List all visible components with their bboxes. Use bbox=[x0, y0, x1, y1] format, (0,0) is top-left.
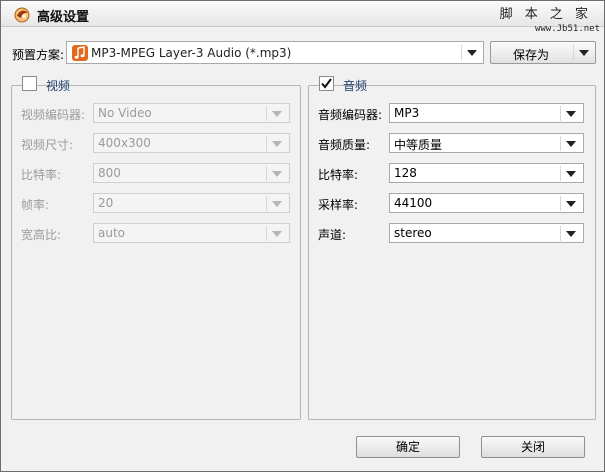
audio-codec-value: MP3 bbox=[394, 106, 420, 120]
chevron-down-icon bbox=[566, 141, 576, 147]
save-as-button[interactable]: 保存为 bbox=[490, 41, 596, 64]
audio-group-header: 音频 bbox=[319, 76, 367, 94]
video-enable-checkbox[interactable] bbox=[22, 76, 37, 91]
video-bitrate-label: 比特率: bbox=[21, 168, 62, 182]
audio-quality-value: 中等质量 bbox=[394, 138, 443, 152]
preset-label: 预置方案: bbox=[12, 48, 65, 62]
chevron-down-icon bbox=[566, 201, 576, 207]
video-framerate-value: 20 bbox=[98, 196, 114, 210]
app-logo-icon bbox=[14, 7, 30, 23]
audio-quality-select[interactable]: 中等质量 bbox=[389, 133, 584, 153]
preset-dropdown[interactable]: MP3-MPEG Layer-3 Audio (*.mp3) bbox=[66, 41, 484, 64]
video-group-title: 视频 bbox=[46, 79, 71, 93]
audio-channels-value: stereo bbox=[394, 226, 432, 240]
chevron-down-icon bbox=[272, 141, 282, 147]
audio-samplerate-select[interactable]: 44100 bbox=[389, 193, 584, 213]
video-codec-value: No Video bbox=[98, 106, 152, 120]
audio-channels-select[interactable]: stereo bbox=[389, 223, 584, 243]
video-aspect-label: 宽高比: bbox=[21, 228, 62, 242]
preset-value: MP3-MPEG Layer-3 Audio (*.mp3) bbox=[91, 46, 292, 60]
window-title: 高级设置 bbox=[37, 10, 90, 25]
save-as-label: 保存为 bbox=[513, 48, 550, 62]
chevron-down-icon bbox=[566, 171, 576, 177]
ok-button[interactable]: 确定 bbox=[356, 436, 460, 458]
advanced-settings-dialog: 高级设置 脚 本 之 家 www.Jb51.net 预置方案: MP3-MPEG… bbox=[0, 0, 605, 472]
chevron-down-icon bbox=[272, 171, 282, 177]
music-note-icon bbox=[72, 45, 88, 61]
chevron-down-icon bbox=[566, 111, 576, 117]
video-framerate-label: 帧率: bbox=[21, 198, 50, 212]
video-codec-select[interactable]: No Video bbox=[93, 103, 290, 123]
video-bitrate-select[interactable]: 800 bbox=[93, 163, 290, 183]
video-size-select[interactable]: 400x300 bbox=[93, 133, 290, 153]
chevron-down-icon bbox=[579, 50, 589, 56]
chevron-down-icon bbox=[467, 50, 477, 56]
audio-samplerate-value: 44100 bbox=[394, 196, 433, 210]
audio-bitrate-label: 比特率: bbox=[318, 168, 359, 182]
chevron-down-icon bbox=[566, 231, 576, 237]
audio-samplerate-label: 采样率: bbox=[318, 198, 359, 212]
close-button[interactable]: 关闭 bbox=[481, 436, 585, 458]
title-bar[interactable]: 高级设置 脚 本 之 家 bbox=[1, 1, 604, 27]
video-size-value: 400x300 bbox=[98, 136, 151, 150]
chevron-down-icon bbox=[272, 201, 282, 207]
audio-enable-checkbox[interactable] bbox=[319, 76, 334, 91]
audio-group-title: 音频 bbox=[343, 79, 368, 93]
audio-codec-select[interactable]: MP3 bbox=[389, 103, 584, 123]
audio-channels-label: 声道: bbox=[318, 228, 347, 242]
audio-bitrate-select[interactable]: 128 bbox=[389, 163, 584, 183]
audio-codec-label: 音频编码器: bbox=[318, 108, 383, 122]
video-size-label: 视频尺寸: bbox=[21, 138, 74, 152]
video-aspect-value: auto bbox=[98, 226, 126, 240]
checkmark-icon bbox=[321, 78, 332, 89]
chevron-down-icon bbox=[272, 111, 282, 117]
video-aspect-select[interactable]: auto bbox=[93, 223, 290, 243]
watermark-url: www.Jb51.net bbox=[534, 24, 600, 34]
chevron-down-icon bbox=[272, 231, 282, 237]
video-codec-label: 视频编码器: bbox=[21, 108, 86, 122]
watermark-title: 脚 本 之 家 bbox=[499, 7, 592, 22]
video-bitrate-value: 800 bbox=[98, 166, 121, 180]
video-group-header: 视频 bbox=[22, 76, 70, 94]
audio-quality-label: 音频质量: bbox=[318, 138, 371, 152]
video-framerate-select[interactable]: 20 bbox=[93, 193, 290, 213]
audio-bitrate-value: 128 bbox=[394, 166, 417, 180]
